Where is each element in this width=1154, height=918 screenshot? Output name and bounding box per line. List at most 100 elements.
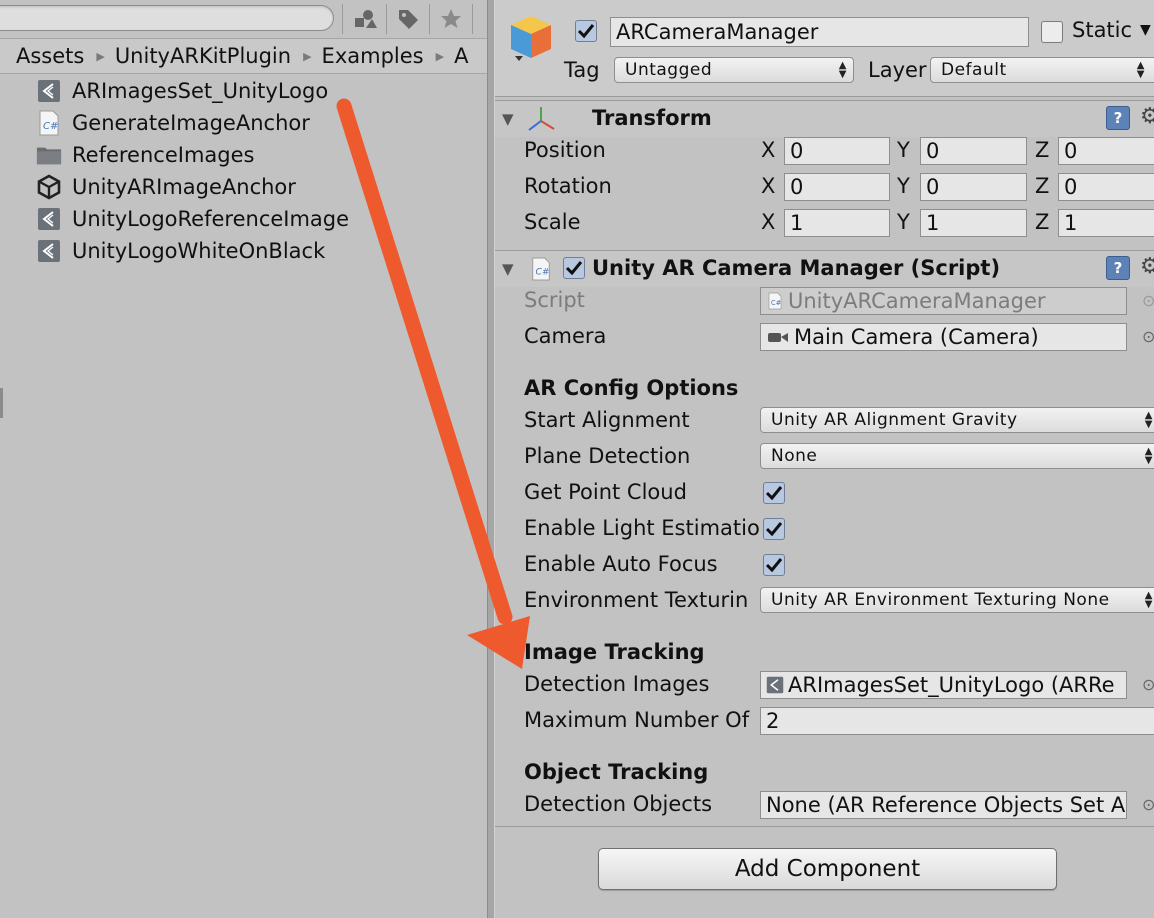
rotation-y-field[interactable]: 0: [920, 173, 1027, 201]
static-label: Static: [1072, 18, 1133, 42]
breadcrumb-unityarkitplugin[interactable]: UnityARKitPlugin: [105, 44, 291, 68]
scale-y-value: 1: [926, 211, 940, 235]
filter-by-type-button[interactable]: [345, 2, 385, 36]
position-x-value: 0: [790, 139, 804, 163]
list-item-label: GenerateImageAnchor: [72, 111, 310, 135]
checkmark-icon: [565, 261, 583, 276]
tag-value: Untagged: [625, 60, 713, 80]
position-z-field[interactable]: 0: [1058, 137, 1154, 165]
svg-text:C#: C#: [43, 121, 58, 132]
list-item-label: UnityARImageAnchor: [72, 175, 296, 199]
settings-gear-icon[interactable]: ⚙: [1140, 254, 1154, 279]
arref-icon: [36, 78, 62, 104]
point-cloud-checkbox[interactable]: [763, 482, 785, 504]
list-item[interactable]: ReferenceImages: [36, 139, 254, 171]
tag-icon: [399, 10, 418, 29]
panel-divider[interactable]: [487, 0, 495, 918]
axis-z-label: Z: [1035, 210, 1050, 234]
detection-objects-value: None (AR Reference Objects Set A: [766, 793, 1126, 817]
settings-gear-icon[interactable]: ⚙: [1140, 104, 1154, 129]
position-z-value: 0: [1064, 139, 1078, 163]
add-component-button[interactable]: Add Component: [598, 848, 1057, 890]
script-component-title: Unity AR Camera Manager (Script): [592, 256, 1001, 280]
scale-z-field[interactable]: 1: [1058, 209, 1154, 237]
layer-dropdown[interactable]: Default ▲ ▼: [930, 57, 1154, 83]
component-divider: [495, 826, 1154, 827]
object-picker-icon[interactable]: ⊙: [1142, 327, 1154, 346]
search-input[interactable]: [0, 5, 334, 31]
light-estimation-label: Enable Light Estimatio: [524, 516, 760, 540]
plane-detection-label: Plane Detection: [524, 444, 691, 468]
active-checkbox[interactable]: [575, 20, 597, 42]
detection-images-value: ARImagesSet_UnityLogo (ARRe: [788, 673, 1115, 697]
detection-objects-field[interactable]: None (AR Reference Objects Set A: [760, 791, 1127, 819]
star-icon: [441, 9, 461, 28]
foldout-arrow-icon[interactable]: ▼: [502, 260, 514, 278]
breadcrumb-arrow-icon: ▶: [303, 49, 312, 63]
transform-title: Transform: [592, 106, 712, 130]
detection-images-label: Detection Images: [524, 672, 710, 696]
scrollbar[interactable]: [0, 388, 3, 418]
point-cloud-label: Get Point Cloud: [524, 480, 687, 504]
list-item[interactable]: UnityARImageAnchor: [36, 171, 296, 203]
favorites-button[interactable]: [431, 2, 471, 36]
breadcrumb-examples[interactable]: Examples: [312, 44, 424, 68]
list-item[interactable]: C# GenerateImageAnchor: [36, 107, 310, 139]
position-y-field[interactable]: 0: [920, 137, 1027, 165]
help-book-icon[interactable]: ?: [1106, 106, 1130, 130]
object-name-text: ARCameraManager: [616, 20, 819, 44]
layer-label: Layer: [868, 58, 927, 82]
layer-value: Default: [941, 60, 1007, 80]
list-item-label: UnityLogoWhiteOnBlack: [72, 239, 326, 263]
breadcrumb-assets[interactable]: Assets: [0, 44, 84, 68]
object-name-field[interactable]: ARCameraManager: [610, 17, 1029, 47]
scale-z-value: 1: [1064, 211, 1078, 235]
filter-by-label-button[interactable]: [388, 2, 428, 36]
dropdown-arrows-icon: ▲ ▼: [1144, 410, 1153, 430]
breadcrumb-a[interactable]: A: [444, 44, 468, 68]
position-x-field[interactable]: 0: [784, 137, 890, 165]
list-item[interactable]: UnityLogoWhiteOnBlack: [36, 235, 325, 267]
scale-y-field[interactable]: 1: [920, 209, 1027, 237]
breadcrumb-arrow-icon: ▶: [96, 49, 105, 63]
detection-images-field[interactable]: ARImagesSet_UnityLogo (ARRe: [760, 671, 1127, 699]
help-book-icon[interactable]: ?: [1106, 256, 1130, 280]
plane-detection-dropdown[interactable]: None ▲ ▼: [760, 443, 1154, 469]
object-picker-icon[interactable]: ⊙: [1142, 795, 1154, 814]
start-alignment-label: Start Alignment: [524, 408, 690, 432]
env-texturing-dropdown[interactable]: Unity AR Environment Texturing None ▲ ▼: [760, 587, 1154, 613]
tag-dropdown[interactable]: Untagged ▲ ▼: [614, 57, 854, 83]
project-panel: Assets ▶ UnityARKitPlugin ▶ Examples ▶ A…: [0, 0, 487, 918]
start-alignment-dropdown[interactable]: Unity AR Alignment Gravity ▲ ▼: [760, 407, 1154, 433]
plane-detection-value: None: [771, 446, 818, 466]
rotation-x-field[interactable]: 0: [784, 173, 890, 201]
foldout-arrow-icon[interactable]: ▼: [502, 110, 514, 128]
light-estimation-checkbox[interactable]: [763, 518, 785, 540]
rotation-z-field[interactable]: 0: [1058, 173, 1154, 201]
rotation-y-value: 0: [926, 175, 940, 199]
checkmark-icon: [577, 24, 595, 39]
camera-field[interactable]: Main Camera (Camera): [760, 323, 1127, 351]
static-checkbox[interactable]: [1041, 21, 1063, 43]
tag-label: Tag: [564, 58, 600, 82]
scale-x-field[interactable]: 1: [784, 209, 890, 237]
max-number-field[interactable]: 2: [760, 707, 1154, 735]
csharp-script-icon: C#: [530, 256, 552, 286]
csharp-script-icon: C#: [766, 292, 784, 310]
auto-focus-label: Enable Auto Focus: [524, 552, 718, 576]
script-enabled-checkbox[interactable]: [563, 257, 585, 279]
image-tracking-heading: Image Tracking: [524, 640, 705, 664]
auto-focus-checkbox[interactable]: [763, 554, 785, 576]
folder-icon: [36, 142, 62, 168]
object-picker-icon[interactable]: ⊙: [1142, 675, 1154, 694]
list-item-label: ReferenceImages: [72, 143, 255, 167]
list-item[interactable]: ARImagesSet_UnityLogo: [36, 75, 328, 107]
filter-type-icon: [355, 10, 377, 28]
breadcrumb: Assets ▶ UnityARKitPlugin ▶ Examples ▶ A: [0, 38, 487, 74]
list-item[interactable]: UnityLogoReferenceImage: [36, 203, 349, 235]
scale-label: Scale: [524, 210, 581, 234]
svg-text:C#: C#: [536, 267, 550, 278]
static-dropdown-arrow-icon[interactable]: ▼: [1140, 22, 1151, 38]
start-alignment-value: Unity AR Alignment Gravity: [771, 410, 1018, 430]
unity-logo-icon: [36, 174, 62, 200]
